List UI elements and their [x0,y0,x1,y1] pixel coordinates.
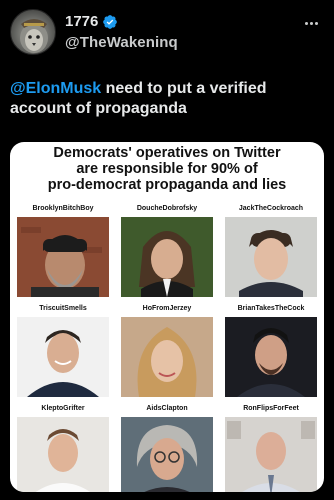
portrait-cell: BrianTakesTheCock [225,304,317,397]
portrait-label: RonFlipsForFeet [243,405,299,412]
blonde-woman-photo [121,317,213,397]
bald-man-suit-photo [225,417,317,492]
portrait-cell: KleptoGrifter [17,404,109,492]
mention-link[interactable]: @ElonMusk [10,80,101,97]
portrait-label: TriscuitSmells [39,305,87,312]
portrait-photo [17,417,109,492]
man-dark-background-photo [225,317,317,397]
tweet-text-line1: need to put a verified [105,80,267,97]
portrait-photo [225,417,317,492]
portrait-photo [17,317,109,397]
portrait-photo [225,317,317,397]
display-name[interactable]: 1776 [65,13,98,30]
verified-badge-icon [103,14,118,29]
portrait-label: HoFromJerzey [142,305,192,312]
portrait-cell: BrooklynBitchBoy [17,204,109,297]
portrait-cell: DoucheDobrofsky [121,204,213,297]
portrait-photo [121,217,213,297]
gray-haired-man-glasses-photo [121,417,213,492]
portrait-photo [17,217,109,297]
avatar[interactable] [10,9,56,55]
media-title-line2: are responsible for 90% of [76,161,258,177]
portrait-label: BrianTakesTheCock [237,305,305,312]
portrait-cell: RonFlipsForFeet [225,404,317,492]
tweet-text-line2: account of propaganda [10,100,187,117]
portrait-cell: JackTheCockroach [225,204,317,297]
portrait-label: KleptoGrifter [41,405,85,412]
man-white-shirt-photo [17,417,109,492]
media-title: Democrats' operatives on Twitter are res… [10,145,324,193]
portrait-label: BrooklynBitchBoy [32,205,94,212]
long-haired-man-photo [121,217,213,297]
portrait-grid: BrooklynBitchBoy DoucheDobrofsky JackThe… [10,204,324,492]
portrait-photo [121,317,213,397]
young-man-hoodie-photo [225,217,317,297]
more-options-icon[interactable] [304,15,324,31]
portrait-photo [225,217,317,297]
portrait-label: DoucheDobrofsky [136,205,198,212]
portrait-photo [121,417,213,492]
smiling-man-photo [17,317,109,397]
media-title-line1: Democrats' operatives on Twitter [53,145,281,161]
tweet-text: @ElonMusk need to put a verified account… [10,79,310,119]
portrait-label: JackTheCockroach [238,205,304,212]
portrait-cell: TriscuitSmells [17,304,109,397]
tweet-header: 1776 @TheWakeninq [10,9,324,59]
portrait-label: AidsClapton [146,405,188,412]
tweet-media-image[interactable]: Democrats' operatives on Twitter are res… [10,142,324,492]
portrait-cell: AidsClapton [121,404,213,492]
lion-avatar-icon [20,19,48,53]
bearded-man-beanie-photo [17,217,109,297]
portrait-cell: HoFromJerzey [121,304,213,397]
media-title-line3: pro-democrat propaganda and lies [47,177,287,193]
user-handle[interactable]: @TheWakeninq [65,34,178,51]
